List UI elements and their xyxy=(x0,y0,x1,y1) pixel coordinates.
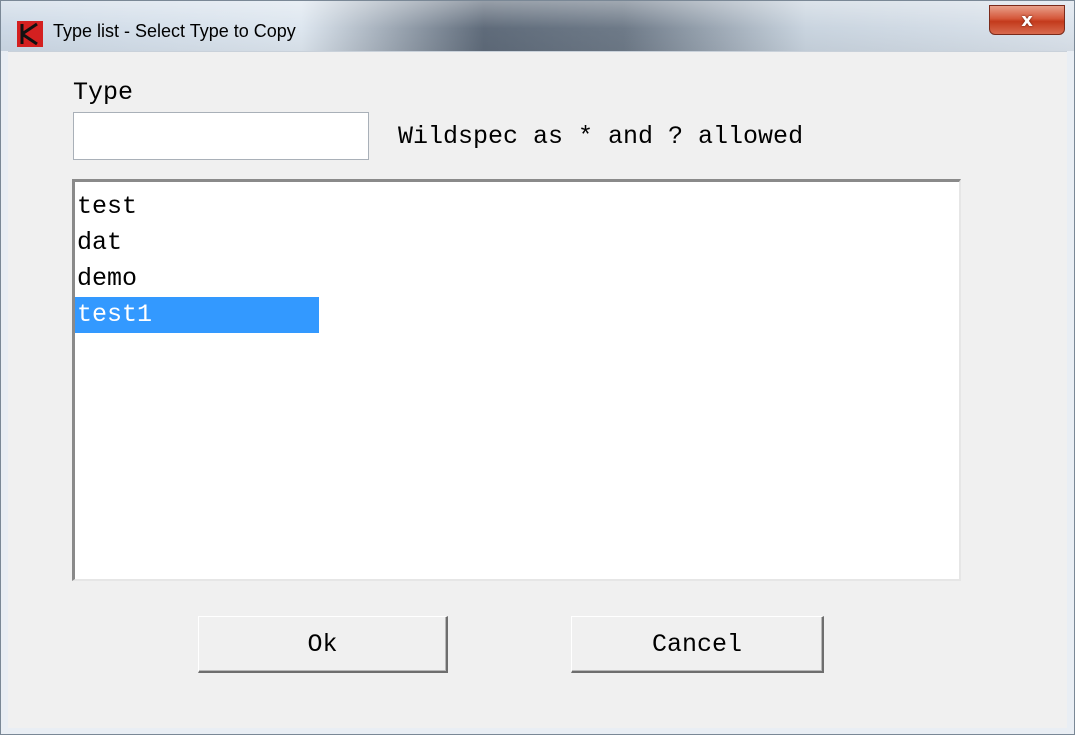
list-item[interactable]: dat xyxy=(75,225,319,261)
list-item[interactable]: demo xyxy=(75,261,319,297)
wildspec-hint: Wildspec as * and ? allowed xyxy=(398,122,804,151)
window-title: Type list - Select Type to Copy xyxy=(53,21,296,41)
list-item-selected[interactable]: test1 xyxy=(75,297,319,333)
dialog-window: Type list - Select Type to Copy x Type W… xyxy=(0,0,1075,735)
close-icon: x xyxy=(1021,9,1033,31)
dialog-client-area: Type Wildspec as * and ? allowed test da… xyxy=(8,51,1067,728)
list-item[interactable]: test xyxy=(75,189,319,225)
close-button[interactable]: x xyxy=(989,5,1065,35)
type-label: Type xyxy=(73,78,134,107)
title-bar[interactable]: Type list - Select Type to Copy x xyxy=(1,1,1074,51)
cancel-button[interactable]: Cancel xyxy=(571,616,824,673)
ok-button[interactable]: Ok xyxy=(198,616,448,673)
type-filter-input[interactable] xyxy=(73,112,369,160)
type-list[interactable]: test dat demo test1 xyxy=(72,179,961,581)
app-logo-icon xyxy=(17,21,43,47)
